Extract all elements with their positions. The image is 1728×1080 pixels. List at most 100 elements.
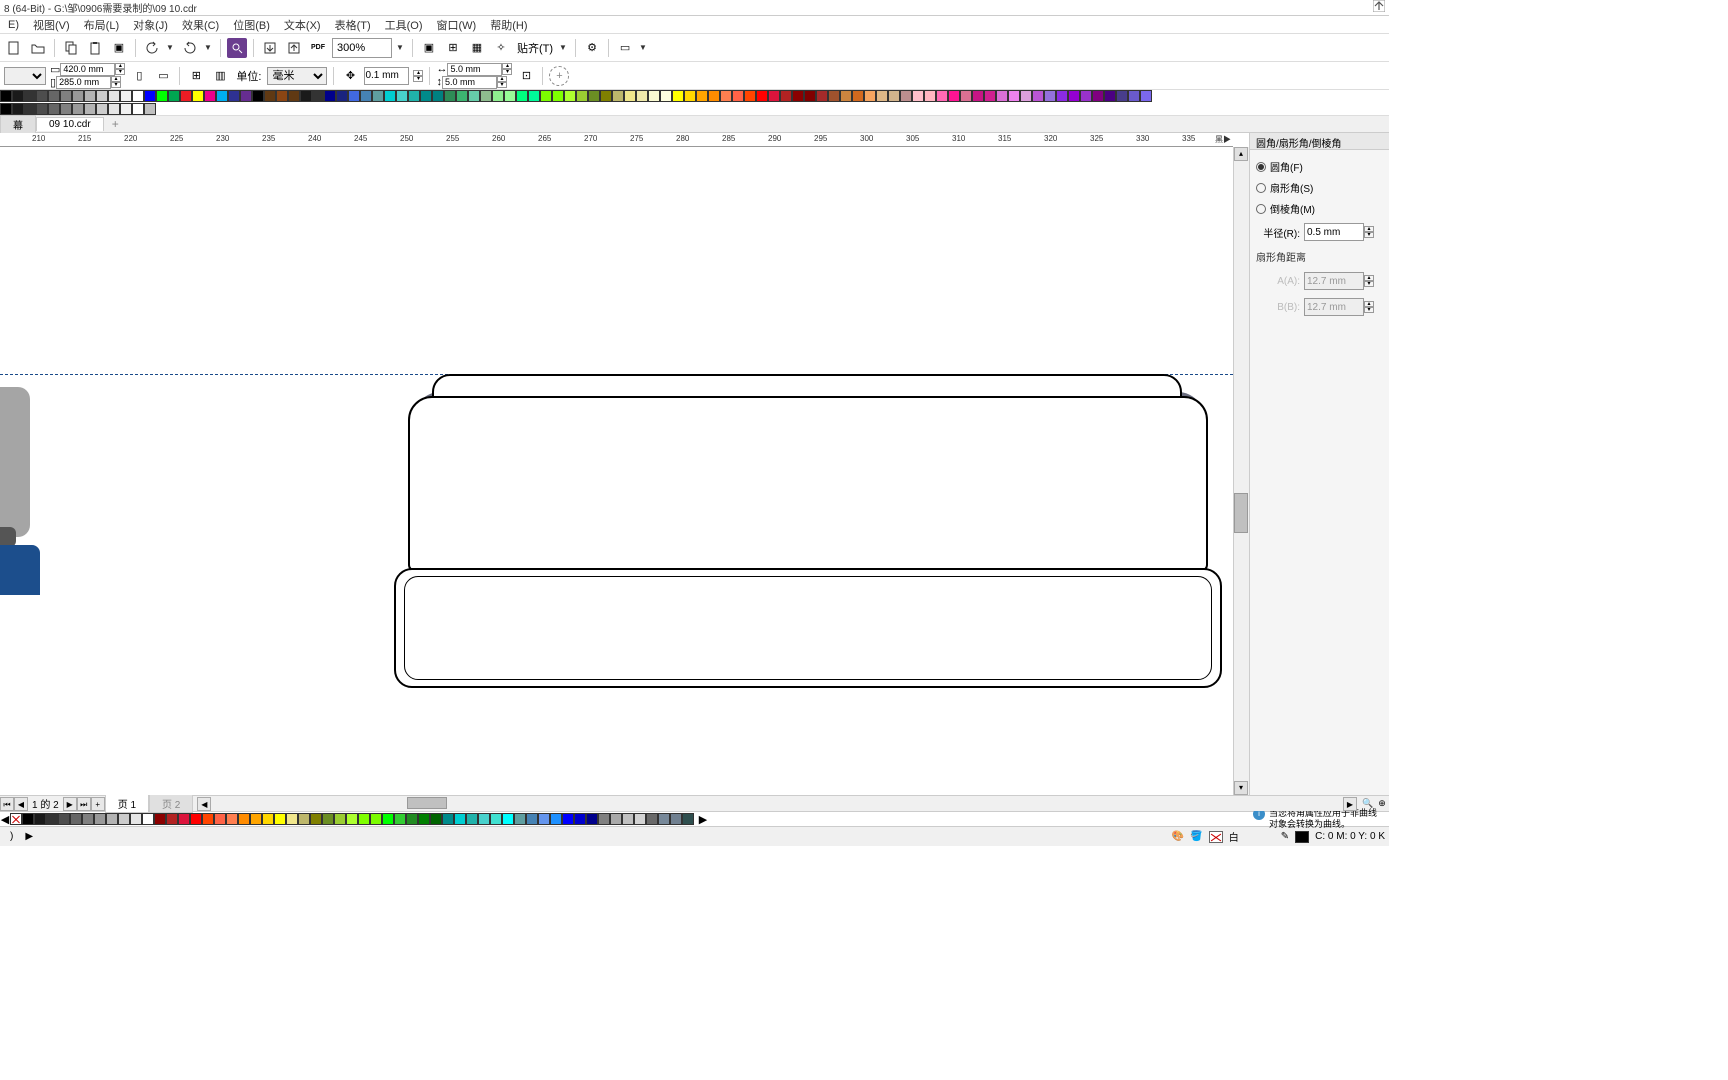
color-swatch[interactable] xyxy=(852,90,864,102)
color-swatch[interactable] xyxy=(732,90,744,102)
color-swatch[interactable] xyxy=(960,90,972,102)
color-swatch[interactable] xyxy=(900,90,912,102)
color-swatch[interactable] xyxy=(610,813,622,825)
color-swatch[interactable] xyxy=(646,813,658,825)
color-swatch[interactable] xyxy=(382,813,394,825)
vscroll-thumb[interactable] xyxy=(1234,493,1248,533)
color-swatch[interactable] xyxy=(336,90,348,102)
color-swatch[interactable] xyxy=(24,90,36,102)
menu-effects[interactable]: 效果(C) xyxy=(176,15,225,35)
paste-icon[interactable] xyxy=(85,38,105,58)
open-icon[interactable] xyxy=(28,38,48,58)
color-swatch[interactable] xyxy=(744,90,756,102)
doc-tab-2[interactable]: 09 10.cdr xyxy=(36,117,104,131)
dupy-down[interactable]: ▾ xyxy=(497,82,507,88)
color-swatch[interactable] xyxy=(588,90,600,102)
color-swatch[interactable] xyxy=(1104,90,1116,102)
color-swatch[interactable] xyxy=(1068,90,1080,102)
color-swatch[interactable] xyxy=(888,90,900,102)
portrait-icon[interactable]: ▯ xyxy=(129,66,149,86)
shape-mid[interactable] xyxy=(408,396,1208,571)
width-down[interactable]: ▾ xyxy=(115,69,125,75)
color-swatch[interactable] xyxy=(190,813,202,825)
color-swatch[interactable] xyxy=(46,813,58,825)
color-swatch[interactable] xyxy=(12,90,24,102)
color-swatch[interactable] xyxy=(324,90,336,102)
color-swatch[interactable] xyxy=(48,103,60,115)
color-swatch[interactable] xyxy=(502,813,514,825)
color-swatch[interactable] xyxy=(250,813,262,825)
color-swatch[interactable] xyxy=(118,813,130,825)
color-swatch[interactable] xyxy=(394,813,406,825)
color-swatch[interactable] xyxy=(132,90,144,102)
color-swatch[interactable] xyxy=(96,90,108,102)
color-swatch[interactable] xyxy=(12,103,24,115)
color-swatch[interactable] xyxy=(540,90,552,102)
menu-window[interactable]: 窗口(W) xyxy=(431,15,483,35)
menu-table[interactable]: 表格(T) xyxy=(329,15,377,35)
color-swatch[interactable] xyxy=(228,90,240,102)
color-swatch[interactable] xyxy=(154,813,166,825)
color-swatch[interactable] xyxy=(1020,90,1032,102)
paper-select[interactable] xyxy=(4,67,46,85)
color-swatch[interactable] xyxy=(480,90,492,102)
dup-x-input[interactable] xyxy=(447,63,502,76)
color-swatch[interactable] xyxy=(538,813,550,825)
menu-tools[interactable]: 工具(O) xyxy=(379,15,429,35)
color-swatch[interactable] xyxy=(406,813,418,825)
color-swatch[interactable] xyxy=(334,813,346,825)
color-swatch[interactable] xyxy=(60,103,72,115)
color-swatch[interactable] xyxy=(288,90,300,102)
height-down[interactable]: ▾ xyxy=(111,82,121,88)
page-height-input[interactable] xyxy=(56,76,111,89)
color-swatch[interactable] xyxy=(1128,90,1140,102)
landscape-icon[interactable]: ▭ xyxy=(153,66,173,86)
shape-blue[interactable] xyxy=(0,545,40,595)
shape-bot-inner[interactable] xyxy=(404,576,1212,680)
new-icon[interactable] xyxy=(4,38,24,58)
fullscreen-icon[interactable]: ▣ xyxy=(419,38,439,58)
no-color-swatch[interactable] xyxy=(10,813,22,825)
nudge-icon[interactable]: ✥ xyxy=(340,66,360,86)
canvas[interactable] xyxy=(0,147,1233,795)
color-swatch[interactable] xyxy=(60,90,72,102)
color-swatch[interactable] xyxy=(670,813,682,825)
color-swatch[interactable] xyxy=(972,90,984,102)
color-swatch[interactable] xyxy=(828,90,840,102)
radio-chamfer-corner[interactable]: 倒棱角(M) xyxy=(1254,198,1385,219)
color-swatch[interactable] xyxy=(214,813,226,825)
snap-dropdown[interactable]: ▼ xyxy=(559,43,569,52)
color-swatch[interactable] xyxy=(370,813,382,825)
color-swatch[interactable] xyxy=(526,813,538,825)
color-swatch[interactable] xyxy=(72,90,84,102)
color-swatch[interactable] xyxy=(682,813,694,825)
color-swatch[interactable] xyxy=(142,813,154,825)
nudge-input[interactable] xyxy=(364,67,409,85)
horizontal-scrollbar[interactable]: ◀ ▶ xyxy=(197,797,1357,811)
color-swatch[interactable] xyxy=(0,90,12,102)
color-swatch[interactable] xyxy=(348,90,360,102)
dup-y-input[interactable] xyxy=(442,76,497,89)
layout-dropdown[interactable]: ▼ xyxy=(639,43,649,52)
page-tab-1[interactable]: 页 1 xyxy=(105,794,149,813)
pdf-icon[interactable]: PDF xyxy=(308,38,328,58)
color-swatch[interactable] xyxy=(658,813,670,825)
color-swatch[interactable] xyxy=(48,90,60,102)
color-swatch[interactable] xyxy=(864,90,876,102)
nudge-down[interactable]: ▾ xyxy=(413,76,423,82)
color-swatch[interactable] xyxy=(598,813,610,825)
units-select[interactable]: 毫米 xyxy=(267,67,327,85)
color-swatch[interactable] xyxy=(576,90,588,102)
color-swatch[interactable] xyxy=(36,103,48,115)
menu-layout[interactable]: 布局(L) xyxy=(78,15,125,35)
color-swatch[interactable] xyxy=(442,813,454,825)
options-icon[interactable]: ⚙ xyxy=(582,38,602,58)
color-swatch[interactable] xyxy=(574,813,586,825)
color-swatch[interactable] xyxy=(552,90,564,102)
color-swatch[interactable] xyxy=(1032,90,1044,102)
fill-bucket-icon[interactable]: 🪣 xyxy=(1190,831,1202,842)
color-swatch[interactable] xyxy=(144,90,156,102)
menu-view[interactable]: 视图(V) xyxy=(27,15,76,35)
add-preset-icon[interactable]: + xyxy=(549,66,569,86)
color-swatch[interactable] xyxy=(166,813,178,825)
